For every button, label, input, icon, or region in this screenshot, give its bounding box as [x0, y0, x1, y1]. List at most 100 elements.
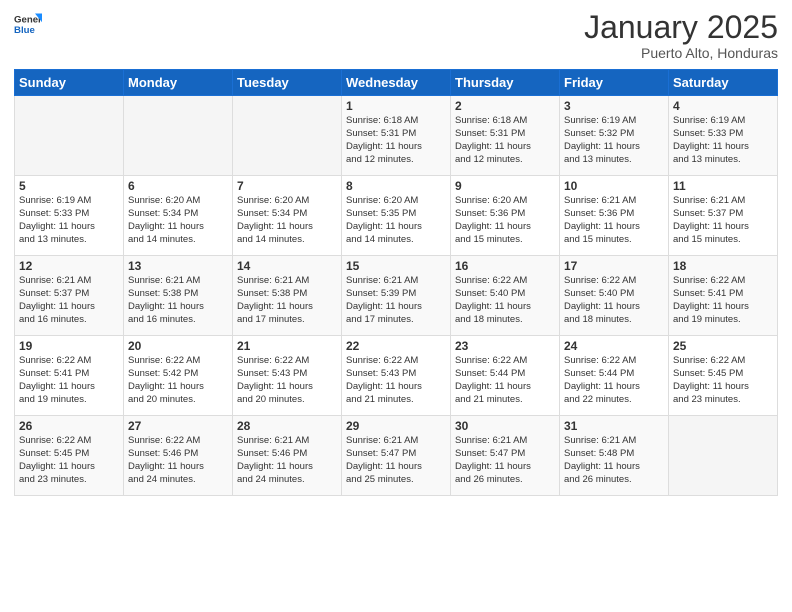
logo: General Blue: [14, 10, 42, 38]
day-number: 3: [564, 99, 664, 113]
calendar-cell: [669, 416, 778, 496]
day-number: 26: [19, 419, 119, 433]
day-number: 5: [19, 179, 119, 193]
day-info: Sunrise: 6:22 AM Sunset: 5:40 PM Dayligh…: [564, 275, 664, 326]
day-info: Sunrise: 6:22 AM Sunset: 5:41 PM Dayligh…: [673, 275, 773, 326]
calendar-cell: 17Sunrise: 6:22 AM Sunset: 5:40 PM Dayli…: [560, 256, 669, 336]
day-number: 13: [128, 259, 228, 273]
calendar-cell: 21 Sunrise: 6:22 AM Sunset: 5:43 PM Dayli…: [233, 336, 342, 416]
day-number: 2: [455, 99, 555, 113]
calendar-cell: [233, 96, 342, 176]
calendar-table: SundayMondayTuesdayWednesdayThursdayFrid…: [14, 69, 778, 496]
calendar-cell: 19 Sunrise: 6:22 AM Sunset: 5:41 PM Dayli…: [15, 336, 124, 416]
calendar-cell: [15, 96, 124, 176]
calendar-cell: 20 Sunrise: 6:22 AM Sunset: 5:42 PM Dayli…: [124, 336, 233, 416]
day-number: 7: [237, 179, 337, 193]
day-info: Sunrise: 6:22 AM Sunset: 5:45 PM Dayligh…: [673, 355, 773, 406]
day-info: Sunrise: 6:20 AM Sunset: 5:34 PM Dayligh…: [237, 195, 337, 246]
calendar-week-row: 5 Sunrise: 6:19 AM Sunset: 5:33 PM Daylig…: [15, 176, 778, 256]
calendar-cell: 18 Sunrise: 6:22 AM Sunset: 5:41 PM Dayli…: [669, 256, 778, 336]
weekday-header-row: SundayMondayTuesdayWednesdayThursdayFrid…: [15, 70, 778, 96]
title-block: January 2025 Puerto Alto, Honduras: [584, 10, 778, 61]
calendar-week-row: 26 Sunrise: 6:22 AM Sunset: 5:45 PM Dayli…: [15, 416, 778, 496]
day-number: 16: [455, 259, 555, 273]
calendar-cell: [124, 96, 233, 176]
day-info: Sunrise: 6:22 AM Sunset: 5:41 PM Dayligh…: [19, 355, 119, 406]
day-info: Sunrise: 6:21 AM Sunset: 5:47 PM Dayligh…: [346, 435, 446, 486]
page-header: General Blue January 2025 Puerto Alto, H…: [14, 10, 778, 61]
calendar-cell: 28 Sunrise: 6:21 AM Sunset: 5:46 PM Dayli…: [233, 416, 342, 496]
day-info: Sunrise: 6:20 AM Sunset: 5:34 PM Dayligh…: [128, 195, 228, 246]
calendar-cell: 14 Sunrise: 6:21 AM Sunset: 5:38 PM Dayli…: [233, 256, 342, 336]
day-info: Sunrise: 6:21 AM Sunset: 5:39 PM Dayligh…: [346, 275, 446, 326]
day-info: Sunrise: 6:22 AM Sunset: 5:42 PM Dayligh…: [128, 355, 228, 406]
day-number: 18: [673, 259, 773, 273]
day-number: 14: [237, 259, 337, 273]
day-info: Sunrise: 6:21 AM Sunset: 5:37 PM Dayligh…: [19, 275, 119, 326]
calendar-cell: 23Sunrise: 6:22 AM Sunset: 5:44 PM Dayli…: [451, 336, 560, 416]
day-number: 22: [346, 339, 446, 353]
day-number: 1: [346, 99, 446, 113]
day-info: Sunrise: 6:21 AM Sunset: 5:48 PM Dayligh…: [564, 435, 664, 486]
day-number: 30: [455, 419, 555, 433]
weekday-tuesday: Tuesday: [233, 70, 342, 96]
calendar-week-row: 1 Sunrise: 6:18 AM Sunset: 5:31 PM Daylig…: [15, 96, 778, 176]
weekday-sunday: Sunday: [15, 70, 124, 96]
day-info: Sunrise: 6:22 AM Sunset: 5:43 PM Dayligh…: [346, 355, 446, 406]
day-number: 21: [237, 339, 337, 353]
calendar-cell: 12Sunrise: 6:21 AM Sunset: 5:37 PM Dayli…: [15, 256, 124, 336]
day-number: 19: [19, 339, 119, 353]
calendar-week-row: 12Sunrise: 6:21 AM Sunset: 5:37 PM Dayli…: [15, 256, 778, 336]
day-info: Sunrise: 6:21 AM Sunset: 5:38 PM Dayligh…: [237, 275, 337, 326]
day-info: Sunrise: 6:19 AM Sunset: 5:32 PM Dayligh…: [564, 115, 664, 166]
day-info: Sunrise: 6:20 AM Sunset: 5:36 PM Dayligh…: [455, 195, 555, 246]
day-number: 20: [128, 339, 228, 353]
svg-text:Blue: Blue: [14, 25, 35, 36]
weekday-monday: Monday: [124, 70, 233, 96]
day-info: Sunrise: 6:18 AM Sunset: 5:31 PM Dayligh…: [346, 115, 446, 166]
calendar-cell: 31 Sunrise: 6:21 AM Sunset: 5:48 PM Dayli…: [560, 416, 669, 496]
day-info: Sunrise: 6:21 AM Sunset: 5:36 PM Dayligh…: [564, 195, 664, 246]
day-info: Sunrise: 6:19 AM Sunset: 5:33 PM Dayligh…: [19, 195, 119, 246]
day-number: 25: [673, 339, 773, 353]
calendar-cell: 29Sunrise: 6:21 AM Sunset: 5:47 PM Dayli…: [342, 416, 451, 496]
calendar-cell: 27Sunrise: 6:22 AM Sunset: 5:46 PM Dayli…: [124, 416, 233, 496]
day-info: Sunrise: 6:22 AM Sunset: 5:44 PM Dayligh…: [564, 355, 664, 406]
calendar-cell: 11 Sunrise: 6:21 AM Sunset: 5:37 PM Dayli…: [669, 176, 778, 256]
weekday-wednesday: Wednesday: [342, 70, 451, 96]
calendar-cell: 5 Sunrise: 6:19 AM Sunset: 5:33 PM Daylig…: [15, 176, 124, 256]
calendar-week-row: 19 Sunrise: 6:22 AM Sunset: 5:41 PM Dayli…: [15, 336, 778, 416]
day-info: Sunrise: 6:18 AM Sunset: 5:31 PM Dayligh…: [455, 115, 555, 166]
day-info: Sunrise: 6:21 AM Sunset: 5:46 PM Dayligh…: [237, 435, 337, 486]
calendar-cell: 26 Sunrise: 6:22 AM Sunset: 5:45 PM Dayli…: [15, 416, 124, 496]
day-number: 6: [128, 179, 228, 193]
calendar-cell: 8Sunrise: 6:20 AM Sunset: 5:35 PM Daylig…: [342, 176, 451, 256]
day-info: Sunrise: 6:21 AM Sunset: 5:37 PM Dayligh…: [673, 195, 773, 246]
location: Puerto Alto, Honduras: [584, 45, 778, 61]
logo-icon: General Blue: [14, 10, 42, 38]
calendar-cell: 10 Sunrise: 6:21 AM Sunset: 5:36 PM Dayli…: [560, 176, 669, 256]
day-number: 31: [564, 419, 664, 433]
day-info: Sunrise: 6:21 AM Sunset: 5:38 PM Dayligh…: [128, 275, 228, 326]
weekday-saturday: Saturday: [669, 70, 778, 96]
day-info: Sunrise: 6:22 AM Sunset: 5:43 PM Dayligh…: [237, 355, 337, 406]
day-number: 9: [455, 179, 555, 193]
month-title: January 2025: [584, 10, 778, 45]
calendar-cell: 3 Sunrise: 6:19 AM Sunset: 5:32 PM Daylig…: [560, 96, 669, 176]
calendar-cell: 4Sunrise: 6:19 AM Sunset: 5:33 PM Daylig…: [669, 96, 778, 176]
day-number: 23: [455, 339, 555, 353]
day-number: 10: [564, 179, 664, 193]
calendar-cell: 2 Sunrise: 6:18 AM Sunset: 5:31 PM Daylig…: [451, 96, 560, 176]
day-number: 8: [346, 179, 446, 193]
calendar-cell: 22 Sunrise: 6:22 AM Sunset: 5:43 PM Dayli…: [342, 336, 451, 416]
day-number: 27: [128, 419, 228, 433]
day-info: Sunrise: 6:22 AM Sunset: 5:40 PM Dayligh…: [455, 275, 555, 326]
calendar-cell: 16 Sunrise: 6:22 AM Sunset: 5:40 PM Dayli…: [451, 256, 560, 336]
calendar-cell: 7 Sunrise: 6:20 AM Sunset: 5:34 PM Daylig…: [233, 176, 342, 256]
weekday-friday: Friday: [560, 70, 669, 96]
day-info: Sunrise: 6:22 AM Sunset: 5:45 PM Dayligh…: [19, 435, 119, 486]
day-number: 4: [673, 99, 773, 113]
day-number: 11: [673, 179, 773, 193]
calendar-cell: 25 Sunrise: 6:22 AM Sunset: 5:45 PM Dayli…: [669, 336, 778, 416]
day-number: 28: [237, 419, 337, 433]
